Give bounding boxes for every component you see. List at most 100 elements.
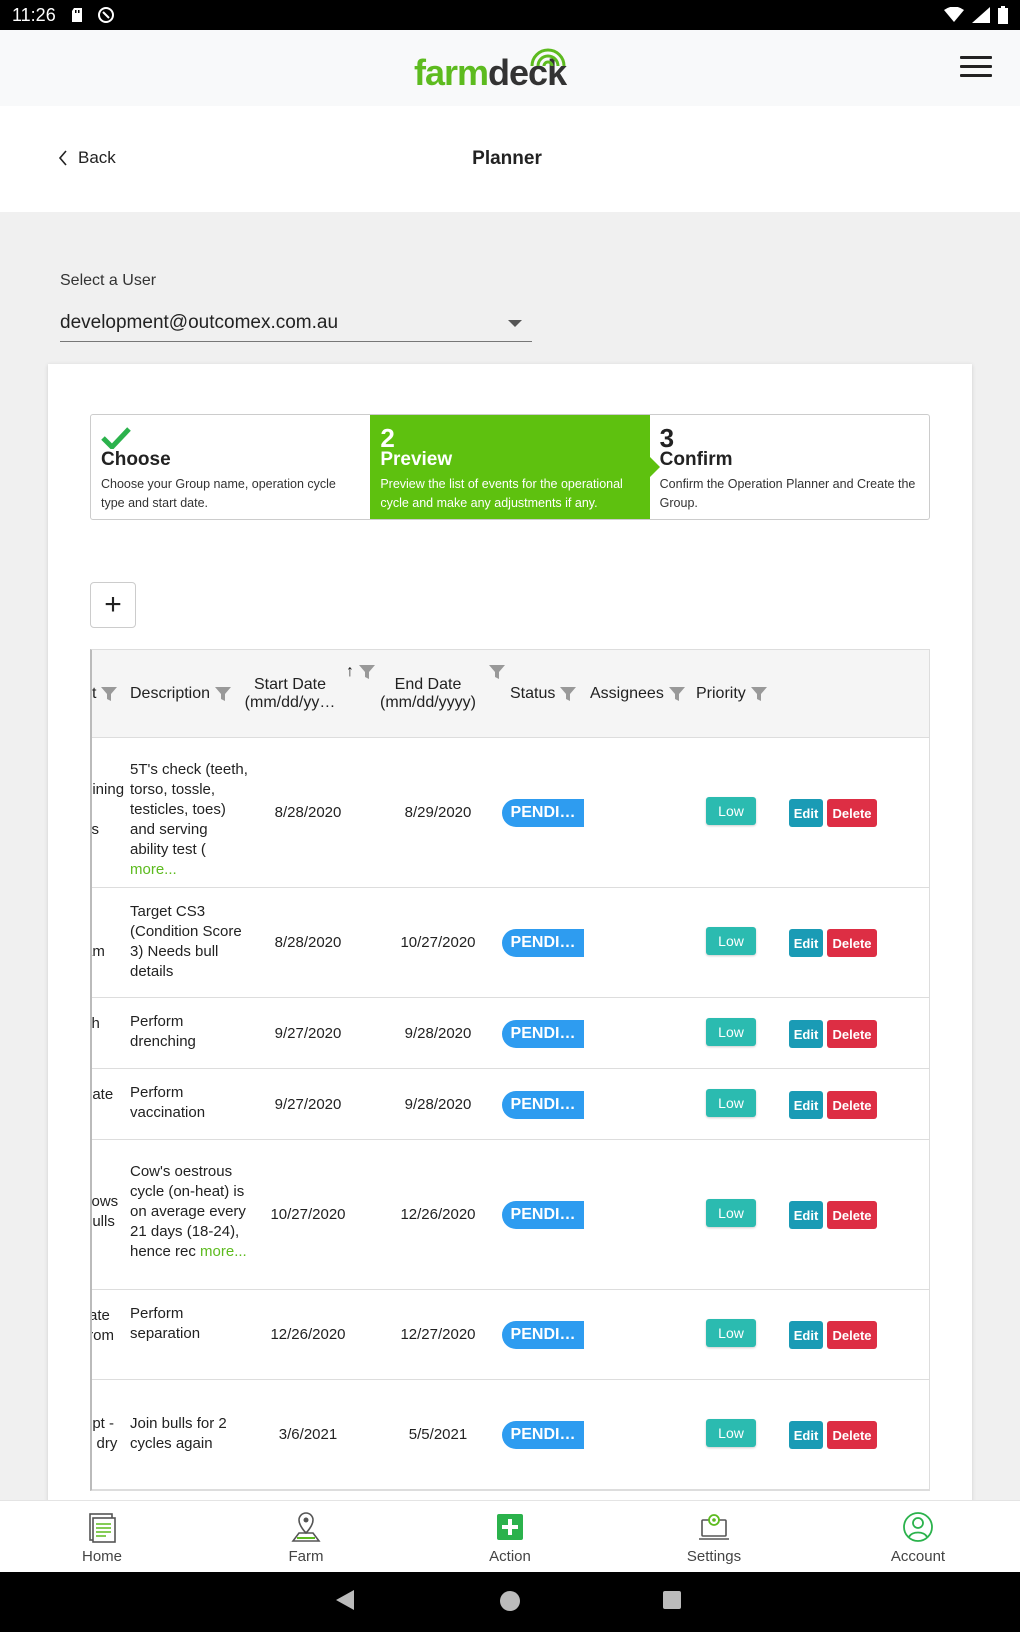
filter-icon[interactable] <box>214 685 232 703</box>
settings-icon <box>699 1513 729 1540</box>
user-select-value: development@outcomex.com.au <box>60 311 339 333</box>
logo-text-farm: farm <box>414 52 489 93</box>
end-date-cell: 8/29/2020 <box>404 804 472 821</box>
sd-card-icon <box>71 8 82 22</box>
system-home-icon[interactable] <box>500 1591 520 1611</box>
table-row: upt -g dry Join bulls for 2 cycles again 3… <box>92 1380 929 1490</box>
priority-badge: Low <box>706 1419 756 1447</box>
more-link[interactable]: more... <box>200 1243 247 1260</box>
end-date-cell: 10/27/2020 <box>400 934 476 951</box>
filter-icon[interactable] <box>488 663 506 681</box>
system-recents-icon[interactable] <box>663 1591 681 1609</box>
start-date-cell: 3/6/2021 <box>278 1426 338 1443</box>
delete-button[interactable]: Delete <box>827 1421 877 1449</box>
edit-button[interactable]: Edit <box>789 929 823 957</box>
description-cell: Perform separation <box>130 1304 248 1344</box>
delete-button[interactable]: Delete <box>827 1201 877 1229</box>
signal-icon <box>972 7 990 23</box>
filter-icon[interactable] <box>668 685 686 703</box>
system-back-icon[interactable] <box>336 1590 354 1610</box>
description-text: Perform vaccination <box>130 1084 206 1121</box>
step-name: Choose <box>101 449 171 470</box>
nav-label: Settings <box>686 1547 742 1565</box>
step-preview[interactable]: 2 Preview Preview the list of events for… <box>370 415 660 519</box>
edit-button[interactable]: Edit <box>789 1020 823 1048</box>
start-date-cell: 9/27/2020 <box>274 1096 342 1113</box>
column-header-cut[interactable]: t <box>92 650 118 738</box>
table-row: cowsbulls Cow's oestrous cycle (on-heat) … <box>92 1140 929 1290</box>
status-bar: 11:26 <box>0 0 1020 30</box>
nav-account[interactable]: Account <box>816 1501 1020 1573</box>
table-body: oiningnks5T's check (teeth, torso, tossl… <box>92 738 929 1490</box>
table-row: am Target CS3 (Condition Score 3) Needs b… <box>92 888 929 998</box>
status-badge[interactable]: PENDI… <box>502 799 584 827</box>
table-row: ratefrom Perform separation 12/26/2020 12/2… <box>92 1290 929 1380</box>
step-name: Confirm <box>659 449 733 470</box>
dropdown-caret-icon <box>508 320 522 327</box>
status-badge[interactable]: PENDI… <box>502 1201 584 1229</box>
edit-button[interactable]: Edit <box>789 799 823 827</box>
column-header-assignees[interactable]: Assignees <box>590 650 686 738</box>
filter-icon[interactable] <box>559 685 577 703</box>
truncated-name-cell: nate <box>92 1086 114 1103</box>
nav-label: Account <box>890 1547 946 1565</box>
page-title: Planner <box>472 148 542 169</box>
nav-settings[interactable]: Settings <box>612 1501 816 1573</box>
end-date-cell: 12/26/2020 <box>400 1206 476 1223</box>
column-header-status[interactable]: Status <box>510 650 577 738</box>
column-header-priority[interactable]: Priority <box>696 650 768 738</box>
delete-button[interactable]: Delete <box>827 1321 877 1349</box>
status-badge[interactable]: PENDI… <box>502 1020 584 1048</box>
sort-controls: ↑ <box>346 628 376 716</box>
step-confirm[interactable]: 3 Confirm Confirm the Operation Planner … <box>650 415 929 519</box>
delete-button[interactable]: Delete <box>827 929 877 957</box>
battery-icon <box>998 6 1008 24</box>
description-text: Perform separation <box>130 1305 201 1342</box>
user-select-dropdown[interactable]: development@outcomex.com.au <box>60 304 532 342</box>
nav-label: Farm <box>288 1547 324 1565</box>
hamburger-menu-icon[interactable] <box>960 56 992 78</box>
column-header-description[interactable]: Description <box>130 650 232 738</box>
sort-arrow-icon[interactable]: ↑ <box>346 663 354 681</box>
farm-pin-icon <box>291 1511 321 1542</box>
status-badge[interactable]: PENDI… <box>502 1421 584 1449</box>
account-icon <box>903 1511 933 1542</box>
nav-action[interactable]: Action <box>408 1501 612 1573</box>
description-cell: Cow's oestrous cycle (on-heat) is on ave… <box>130 1162 248 1262</box>
status-badge[interactable]: PENDI… <box>502 929 584 957</box>
description-text: 5T's check (teeth, torso, tossle, testic… <box>130 761 248 858</box>
start-date-cell: 10/27/2020 <box>270 1206 346 1223</box>
step-desc: Preview the list of events for the opera… <box>380 477 623 510</box>
system-navigation-bar <box>0 1572 1020 1632</box>
truncated-name-cell: ratefrom <box>92 1307 114 1344</box>
delete-button[interactable]: Delete <box>827 1091 877 1119</box>
events-table: t Description Start Date (mm/dd/yy… ↑ En… <box>90 649 930 1491</box>
edit-button[interactable]: Edit <box>789 1321 823 1349</box>
delete-button[interactable]: Delete <box>827 1020 877 1048</box>
edit-button[interactable]: Edit <box>789 1421 823 1449</box>
nav-home[interactable]: Home <box>0 1501 204 1573</box>
add-event-button[interactable]: + <box>90 582 136 628</box>
nav-farm[interactable]: Farm <box>204 1501 408 1573</box>
priority-badge: Low <box>706 927 756 955</box>
column-header-end-date[interactable]: End Date (mm/dd/yyyy) <box>378 650 478 738</box>
delete-button[interactable]: Delete <box>827 799 877 827</box>
filter-icon[interactable] <box>100 685 118 703</box>
step-choose[interactable]: Choose Choose your Group name, operation… <box>91 415 370 519</box>
description-cell: Perform drenching <box>130 1012 248 1052</box>
filter-icon[interactable] <box>358 663 376 681</box>
wifi-icon <box>944 7 964 22</box>
farmdeck-logo: farm deck <box>414 44 567 94</box>
step-name: Preview <box>380 449 453 470</box>
edit-button[interactable]: Edit <box>789 1201 823 1229</box>
description-text: Target CS3 (Condition Score 3) Needs bul… <box>130 903 242 980</box>
status-badge[interactable]: PENDI… <box>502 1091 584 1119</box>
filter-icon[interactable] <box>750 685 768 703</box>
edit-button[interactable]: Edit <box>789 1091 823 1119</box>
more-link[interactable]: more... <box>130 861 177 878</box>
step-number: 3 <box>659 423 675 453</box>
truncated-name-cell: am <box>92 943 105 960</box>
end-date-filter <box>484 628 506 716</box>
status-badge[interactable]: PENDI… <box>502 1321 584 1349</box>
column-header-start-date[interactable]: Start Date (mm/dd/yy… <box>244 650 336 738</box>
